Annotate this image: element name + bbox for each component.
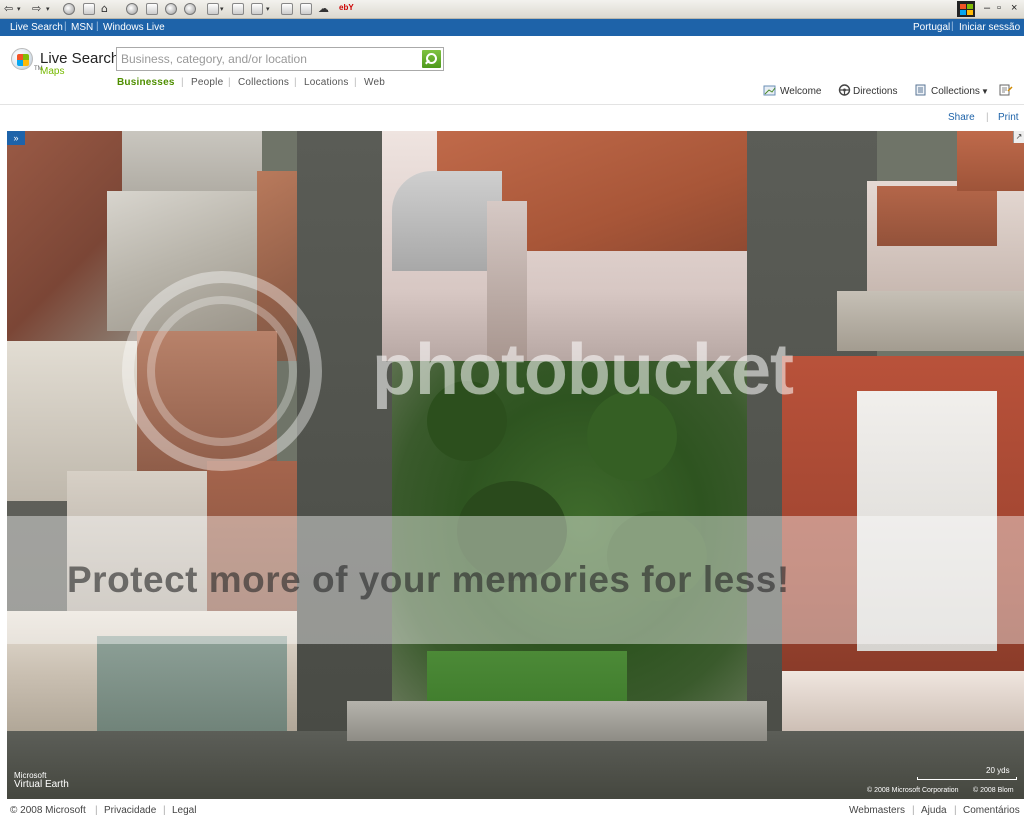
separator: | — [986, 112, 989, 123]
search-input[interactable] — [121, 50, 417, 68]
expand-panel-button[interactable]: » — [7, 131, 25, 145]
forward-arrow-icon[interactable]: ⇨ — [32, 2, 41, 16]
copyright-blom: © 2008 Blom — [973, 787, 1014, 794]
directions-button[interactable]: Directions — [853, 85, 897, 99]
msn-link[interactable]: MSN — [71, 22, 93, 33]
back-arrow-icon[interactable]: ⇦ — [4, 2, 13, 16]
watermark-brand: photobucket — [372, 330, 794, 410]
separator: | — [354, 77, 357, 88]
footer-copyright: © 2008 Microsoft — [10, 805, 86, 816]
search-icon[interactable] — [126, 3, 138, 15]
search-box — [116, 47, 444, 71]
stop-icon[interactable] — [63, 3, 75, 15]
messenger-icon[interactable] — [184, 3, 196, 15]
steering-wheel-icon — [838, 84, 851, 96]
separator: | — [181, 77, 184, 88]
windows-live-logo-icon[interactable] — [11, 48, 33, 70]
dropdown-arrow-icon[interactable]: ▾ — [17, 2, 21, 16]
map-corner-arrow-icon[interactable]: ↗ — [1013, 131, 1024, 143]
sign-in-link[interactable]: Iniciar sessão — [959, 22, 1020, 33]
browser-toolbar: ⇦ ▾ ⇨ ▾ ⌂ ▾ ▾ ☁ ebY – ▫ × — [0, 0, 1024, 19]
separator: | — [96, 21, 99, 32]
collections-button[interactable]: Collections — [931, 85, 980, 99]
chevron-down-icon[interactable]: ▼ — [981, 85, 989, 99]
webmasters-link[interactable]: Webmasters — [849, 805, 905, 816]
edit-icon[interactable] — [251, 3, 263, 15]
tab-web[interactable]: Web — [364, 77, 385, 88]
separator: | — [95, 805, 98, 816]
scale-bar — [917, 777, 1017, 780]
separator: | — [912, 805, 915, 816]
portugal-link[interactable]: Portugal — [913, 22, 950, 33]
print-link[interactable]: Print — [998, 112, 1019, 123]
feedback-link[interactable]: Comentários — [963, 805, 1020, 816]
separator: | — [294, 77, 297, 88]
mail-icon[interactable] — [207, 3, 219, 15]
separator: | — [64, 21, 67, 32]
watermark-tagline: Protect more of your memories for less! — [67, 559, 790, 600]
dropdown-arrow-icon[interactable]: ▾ — [220, 2, 224, 16]
dropdown-arrow-icon[interactable]: ▾ — [266, 2, 270, 16]
search-button[interactable] — [422, 50, 441, 68]
watermark-ring — [147, 296, 297, 446]
separator: | — [163, 805, 166, 816]
ebay-icon[interactable]: ebY — [339, 3, 354, 12]
refresh-icon[interactable] — [83, 3, 95, 15]
legal-link[interactable]: Legal — [172, 805, 196, 816]
welcome-button[interactable]: Welcome — [780, 85, 822, 99]
tab-locations[interactable]: Locations — [304, 77, 349, 88]
tab-collections[interactable]: Collections — [238, 77, 289, 88]
share-link[interactable]: Share — [948, 112, 975, 123]
page-options-icon[interactable] — [999, 84, 1013, 96]
history-icon[interactable] — [165, 3, 177, 15]
favorites-icon[interactable] — [146, 3, 158, 15]
tab-businesses[interactable]: Businesses — [117, 77, 175, 88]
logo-title[interactable]: Live Search — [40, 50, 119, 67]
restore-button[interactable]: ▫ — [997, 2, 1001, 14]
home-icon[interactable]: ⌂ — [101, 2, 108, 16]
help-link[interactable]: Ajuda — [921, 805, 947, 816]
separator: | — [951, 21, 954, 32]
windows-live-link[interactable]: Windows Live — [103, 22, 165, 33]
map-view[interactable]: photobucket Protect more of your memorie… — [7, 131, 1024, 799]
privacy-link[interactable]: Privacidade — [104, 805, 156, 816]
research-icon[interactable] — [300, 3, 312, 15]
speech-bubble-icon[interactable]: ☁ — [318, 2, 329, 16]
windows-logo-icon — [957, 1, 975, 17]
close-button[interactable]: × — [1011, 2, 1017, 14]
discuss-icon[interactable] — [281, 3, 293, 15]
live-search-link[interactable]: Live Search — [10, 22, 63, 33]
separator: | — [954, 805, 957, 816]
dropdown-arrow-icon[interactable]: ▾ — [46, 2, 50, 16]
welcome-icon — [763, 85, 776, 96]
copyright-microsoft: © 2008 Microsoft Corporation — [867, 787, 959, 794]
logo-subtitle[interactable]: Maps — [40, 66, 64, 77]
header-divider — [0, 104, 1024, 105]
top-nav-bar: Live Search | MSN | Windows Live Portuga… — [0, 19, 1024, 36]
minimize-button[interactable]: – — [984, 2, 990, 14]
scale-label: 20 yds — [986, 766, 1010, 775]
virtual-earth-brand-line2: Virtual Earth — [14, 779, 69, 790]
collections-icon — [915, 84, 926, 96]
separator: | — [228, 77, 231, 88]
print-icon[interactable] — [232, 3, 244, 15]
tab-people[interactable]: People — [191, 77, 223, 88]
